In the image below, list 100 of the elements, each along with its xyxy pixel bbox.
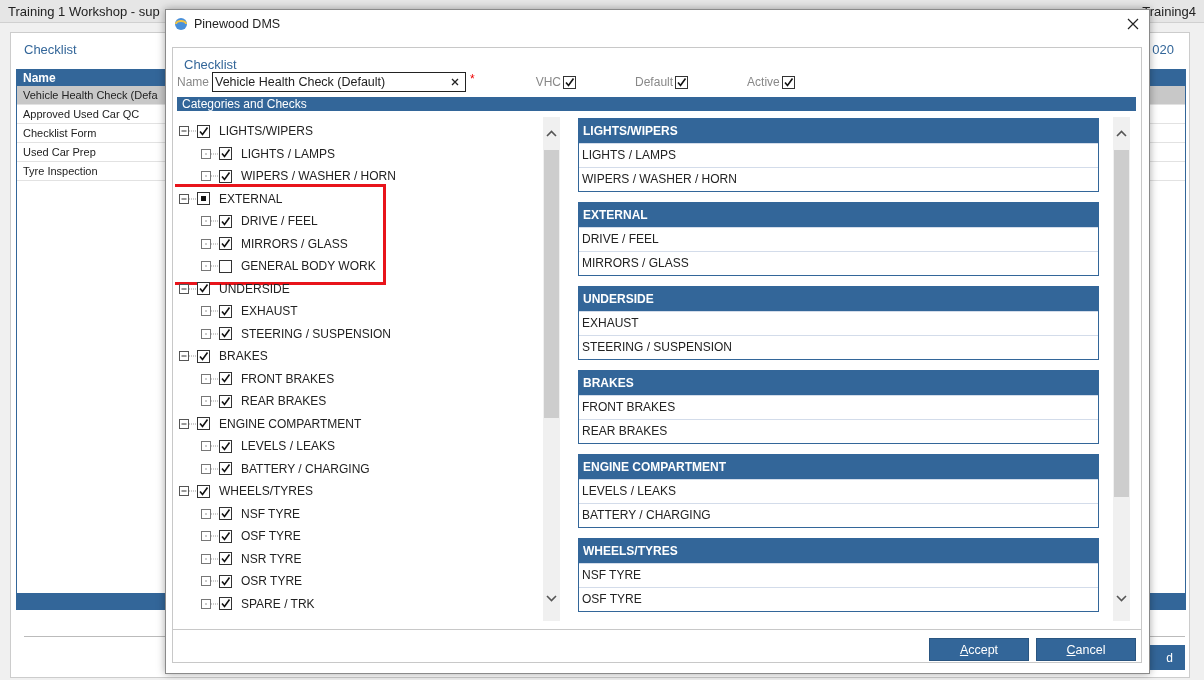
check-label: LIGHTS / LAMPS	[241, 146, 336, 161]
tree-node-icon	[201, 306, 219, 317]
category-header: WHEELS/TYRES	[579, 539, 1098, 563]
category-header: UNDERSIDE	[579, 287, 1098, 311]
check-label: NSR TYRE	[241, 551, 302, 566]
check-label: LEVELS / LEAKS	[241, 439, 336, 454]
check-item: LEVELS / LEAKS	[579, 479, 1098, 503]
checkbox[interactable]	[219, 259, 232, 273]
checkbox[interactable]	[781, 75, 795, 89]
tree-node-icon	[201, 531, 219, 542]
close-icon[interactable]	[1127, 18, 1139, 30]
check-label: GENERAL BODY WORK	[241, 259, 376, 274]
check-item: MIRRORS / GLASS	[579, 251, 1098, 275]
checkbox[interactable]	[219, 462, 232, 476]
app-title: Training 1 Workshop - sup	[8, 3, 160, 19]
collapse-icon[interactable]	[179, 283, 197, 294]
checkbox[interactable]	[219, 574, 232, 588]
check-label: STEERING / SUSPENSION	[241, 326, 392, 341]
dialog-button[interactable]: Accept	[929, 638, 1029, 661]
collapse-icon[interactable]	[179, 126, 197, 137]
check-item: BATTERY / CHARGING	[579, 503, 1098, 527]
check-item: DRIVE / FEEL	[579, 227, 1098, 251]
tree-node-icon	[201, 576, 219, 587]
check-label: WIPERS / WASHER / HORN	[241, 169, 396, 184]
check-label: OSF TYRE	[241, 529, 301, 544]
collapse-icon[interactable]	[179, 351, 197, 362]
scrollbar[interactable]	[543, 117, 560, 621]
tree-node-icon	[201, 396, 219, 407]
category-label: BRAKES	[219, 349, 268, 364]
checkbox[interactable]	[219, 147, 232, 161]
checkbox[interactable]	[219, 529, 232, 543]
checkbox[interactable]	[219, 507, 232, 521]
check-item: LIGHTS / LAMPS	[579, 143, 1098, 167]
checkbox[interactable]	[197, 282, 210, 296]
category-header: EXTERNAL	[579, 203, 1098, 227]
checkbox[interactable]	[197, 192, 210, 206]
tree-node-icon	[201, 463, 219, 474]
collapse-icon[interactable]	[179, 418, 197, 429]
check-label: DRIVE / FEEL	[241, 214, 318, 229]
checkbox[interactable]	[197, 349, 210, 363]
dialog-title: Pinewood DMS	[194, 17, 281, 31]
category-header: ENGINE COMPARTMENT	[579, 455, 1098, 479]
scroll-thumb[interactable]	[1114, 150, 1129, 497]
scroll-thumb[interactable]	[544, 150, 559, 418]
check-label: NSF TYRE	[241, 506, 301, 521]
dialog-heading: Checklist	[183, 56, 238, 70]
check-item: NSF TYRE	[579, 563, 1098, 587]
clear-icon[interactable]	[451, 78, 459, 86]
category-header: BRAKES	[579, 371, 1098, 395]
checkbox[interactable]	[219, 304, 232, 318]
flag-label: Default	[635, 75, 674, 89]
checkbox[interactable]	[219, 214, 232, 228]
required-mark: *	[470, 72, 475, 86]
checkbox[interactable]	[219, 372, 232, 386]
check-label: SPARE / TRK	[241, 596, 315, 611]
name-field[interactable]: Vehicle Health Check (Default)	[212, 72, 466, 92]
name-label: Name	[177, 75, 209, 89]
category-label: LIGHTS/WIPERS	[219, 124, 313, 139]
tree-node-icon	[201, 598, 219, 609]
check-item: REAR BRAKES	[579, 419, 1098, 443]
category-label: WHEELS/TYRES	[219, 484, 314, 499]
tree-node-icon	[201, 441, 219, 452]
tree-node-icon	[201, 508, 219, 519]
check-label: BATTERY / CHARGING	[241, 461, 370, 476]
collapse-icon[interactable]	[179, 193, 197, 204]
checkbox[interactable]	[219, 394, 232, 408]
tree-node-icon	[201, 373, 219, 384]
flag-label: Active	[747, 75, 780, 89]
checkbox[interactable]	[219, 237, 232, 251]
checkbox[interactable]	[219, 597, 232, 611]
tree-node-icon	[201, 238, 219, 249]
check-item: WIPERS / WASHER / HORN	[579, 167, 1098, 191]
user-name: Training4	[1142, 3, 1196, 19]
dialog-button[interactable]: Cancel	[1036, 638, 1136, 661]
category-header: LIGHTS/WIPERS	[579, 119, 1098, 143]
checkbox[interactable]	[197, 124, 210, 138]
checkbox[interactable]	[219, 169, 232, 183]
checkbox[interactable]	[675, 75, 689, 89]
check-item: FRONT BRAKES	[579, 395, 1098, 419]
check-label: MIRRORS / GLASS	[241, 236, 348, 251]
check-item: STEERING / SUSPENSION	[579, 335, 1098, 359]
checkbox[interactable]	[563, 75, 577, 89]
checkbox[interactable]	[197, 417, 210, 431]
tree-node-icon	[201, 171, 219, 182]
checkbox[interactable]	[197, 484, 210, 498]
flag-label: VHC	[535, 75, 562, 89]
checkbox[interactable]	[219, 327, 232, 341]
collapse-icon[interactable]	[179, 486, 197, 497]
check-item: EXHAUST	[579, 311, 1098, 335]
category-label: EXTERNAL	[219, 191, 283, 206]
category-label: UNDERSIDE	[219, 281, 290, 296]
scrollbar[interactable]	[1113, 117, 1130, 621]
checkbox[interactable]	[219, 439, 232, 453]
check-label: OSR TYRE	[241, 574, 303, 589]
check-label: REAR BRAKES	[241, 394, 327, 409]
checkbox[interactable]	[219, 552, 232, 566]
section-header: Categories and Checks	[177, 97, 1136, 111]
check-item: OSF TYRE	[579, 587, 1098, 611]
tree-node-icon	[201, 328, 219, 339]
category-label: ENGINE COMPARTMENT	[219, 416, 362, 431]
